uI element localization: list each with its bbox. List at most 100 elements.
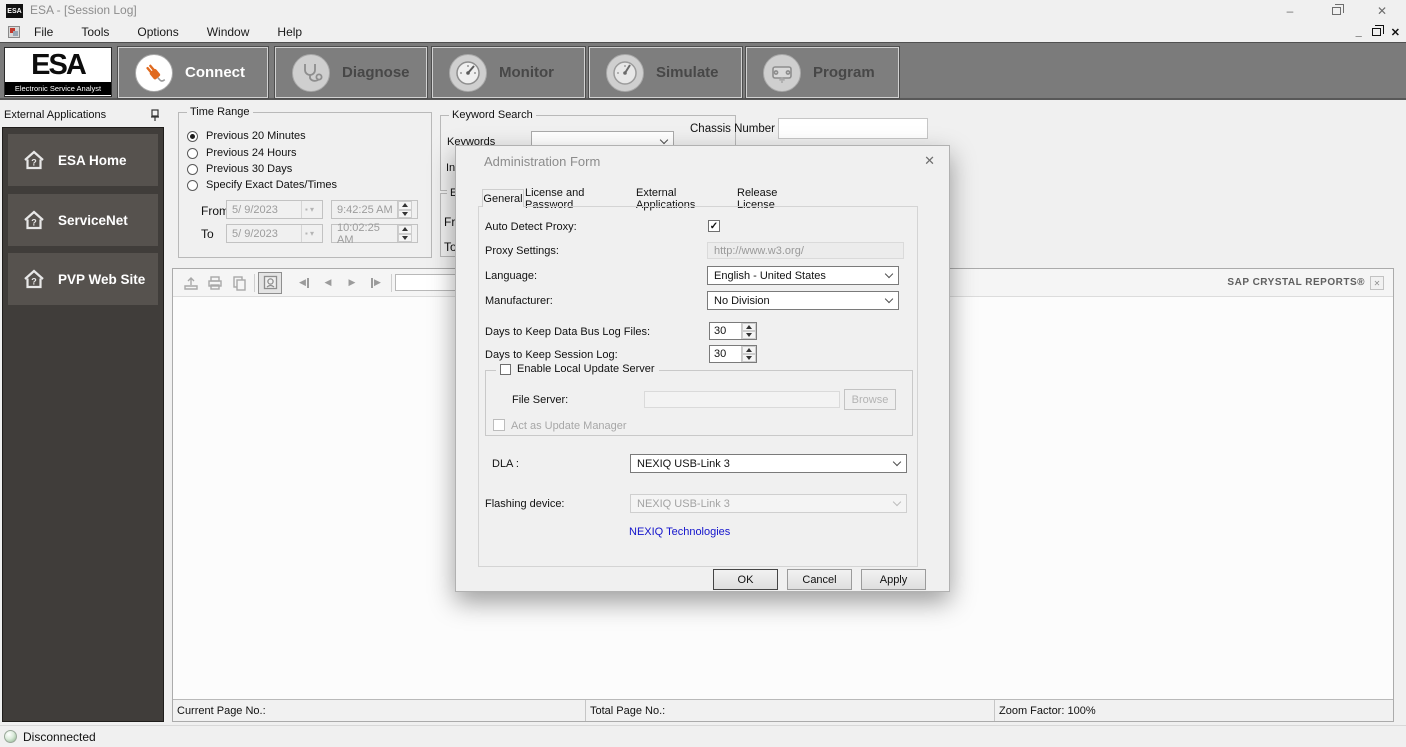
sidebar-item-label: PVP Web Site — [58, 272, 145, 287]
tab-license-and-password[interactable]: License and Password — [525, 191, 628, 207]
previous-page-icon[interactable]: ◀ — [316, 272, 340, 294]
from-label: From — [201, 204, 229, 218]
plug-icon — [135, 54, 173, 92]
simulate-label: Simulate — [656, 64, 719, 81]
connection-status-icon — [4, 730, 17, 743]
file-server-field[interactable] — [644, 391, 840, 408]
first-page-icon[interactable]: ◀ — [292, 272, 316, 294]
manufacturer-dropdown[interactable]: No Division — [707, 291, 899, 310]
report-status-bar: Current Page No.: Total Page No.: Zoom F… — [173, 699, 1393, 721]
simulate-button[interactable]: Simulate — [589, 47, 742, 98]
mdi-restore-icon[interactable] — [1372, 28, 1381, 36]
tab-external-applications[interactable]: External Applications — [636, 191, 728, 207]
print-icon[interactable] — [203, 272, 227, 294]
external-applications-panel: ? ESA Home ? ServiceNet ? PVP Web Site — [2, 127, 164, 722]
diagnose-button[interactable]: Diagnose — [275, 47, 427, 98]
from-time-spinner[interactable]: 9:42:25 AM — [331, 200, 418, 219]
minimize-icon[interactable]: – — [1274, 0, 1306, 22]
enable-local-update-label: Enable Local Update Server — [517, 363, 655, 375]
to-time-spinner[interactable]: 10:02:25 AM — [331, 224, 418, 243]
pin-icon[interactable] — [150, 109, 160, 122]
cancel-button[interactable]: Cancel — [787, 569, 852, 590]
enable-local-update-checkbox[interactable] — [500, 364, 511, 375]
connect-button[interactable]: Connect — [118, 47, 268, 98]
tab-general[interactable]: General — [482, 189, 524, 207]
radio-previous-30-days[interactable]: Previous 30 Days — [187, 163, 292, 175]
radio-previous-24-hours[interactable]: Previous 24 Hours — [187, 147, 297, 159]
sidebar-item-servicenet[interactable]: ? ServiceNet — [8, 194, 158, 246]
dialog-close-icon[interactable]: ✕ — [924, 153, 935, 169]
days-databus-spinner[interactable]: 30 — [709, 322, 757, 340]
tab-content: Auto Detect Proxy: ✓ Proxy Settings: htt… — [478, 206, 918, 567]
menu-bar: File Tools Options Window Help — [0, 22, 1406, 42]
from-date-picker[interactable]: 5/ 9/2023 ▪ ▾ — [226, 200, 323, 219]
dla-label: DLA : — [492, 458, 519, 470]
group-tree-toggle-icon[interactable] — [258, 272, 282, 294]
monitor-button[interactable]: Monitor — [432, 47, 585, 98]
mdi-minimize-icon[interactable]: _ — [1356, 26, 1362, 38]
spinner-icon[interactable] — [741, 323, 756, 339]
restore-icon[interactable] — [1320, 0, 1352, 22]
chevron-down-icon — [893, 458, 901, 466]
brand-close-icon[interactable]: ✕ — [1370, 276, 1384, 290]
connect-label: Connect — [185, 64, 245, 81]
sidebar-item-esa-home[interactable]: ? ESA Home — [8, 134, 158, 186]
spinner-icon[interactable] — [741, 346, 756, 362]
divider — [254, 274, 255, 292]
export-icon[interactable] — [179, 272, 203, 294]
administration-form-dialog: Administration Form ✕ General License an… — [455, 145, 950, 592]
last-page-icon[interactable]: ▶ — [364, 272, 388, 294]
chassis-number-label: Chassis Number — [690, 123, 775, 135]
menu-window[interactable]: Window — [193, 22, 264, 42]
chevron-down-icon — [660, 135, 668, 143]
nexiq-technologies-link[interactable]: NEXIQ Technologies — [629, 526, 730, 538]
calendar-dropdown-icon: ▪ ▾ — [301, 201, 317, 218]
current-page-status: Current Page No.: — [173, 700, 586, 721]
auto-detect-proxy-label: Auto Detect Proxy: — [485, 221, 577, 233]
spinner-icon[interactable] — [397, 201, 412, 218]
days-session-spinner[interactable]: 30 — [709, 345, 757, 363]
sidebar-item-label: ServiceNet — [58, 213, 128, 228]
menu-file[interactable]: File — [20, 22, 67, 42]
radio-specify-exact-dates[interactable]: Specify Exact Dates/Times — [187, 179, 337, 191]
chevron-down-icon — [885, 270, 893, 278]
sidebar-item-label: ESA Home — [58, 153, 127, 168]
close-icon[interactable]: ✕ — [1366, 0, 1398, 22]
browse-button: Browse — [844, 389, 896, 410]
chassis-number-input[interactable] — [778, 118, 928, 139]
esa-logo-text: ESA — [5, 48, 111, 82]
program-button[interactable]: Program — [746, 47, 899, 98]
esa-app-icon: ESA — [6, 4, 23, 18]
copy-icon[interactable] — [227, 272, 251, 294]
spinner-icon[interactable] — [397, 225, 412, 242]
crystal-reports-brand: SAP CRYSTAL REPORTS® — [1227, 277, 1365, 288]
radio-icon — [187, 164, 198, 175]
mdi-close-icon[interactable]: ✕ — [1391, 26, 1400, 39]
menu-options[interactable]: Options — [123, 22, 192, 42]
external-applications-header: External Applications — [0, 105, 166, 125]
apply-button[interactable]: Apply — [861, 569, 926, 590]
monitor-label: Monitor — [499, 64, 554, 81]
to-date-picker[interactable]: 5/ 9/2023 ▪ ▾ — [226, 224, 323, 243]
menu-help[interactable]: Help — [263, 22, 316, 42]
chevron-down-icon — [885, 295, 893, 303]
next-page-icon[interactable]: ▶ — [340, 272, 364, 294]
language-label: Language: — [485, 270, 537, 282]
menu-tools[interactable]: Tools — [67, 22, 123, 42]
dla-dropdown[interactable]: NEXIQ USB-Link 3 — [630, 454, 907, 473]
sidebar-item-pvp-web-site[interactable]: ? PVP Web Site — [8, 253, 158, 305]
radio-icon — [187, 180, 198, 191]
flashing-device-label: Flashing device: — [485, 498, 565, 510]
esa-logo: ESA Electronic Service Analyst — [4, 47, 112, 97]
home-icon: ? — [22, 149, 46, 171]
manufacturer-label: Manufacturer: — [485, 295, 553, 307]
act-as-update-manager-label: Act as Update Manager — [511, 420, 627, 432]
language-dropdown[interactable]: English - United States — [707, 266, 899, 285]
act-as-update-manager-checkbox — [493, 419, 505, 431]
svg-text:?: ? — [31, 218, 37, 228]
radio-previous-20-minutes[interactable]: Previous 20 Minutes — [187, 130, 306, 142]
module-icon — [763, 54, 801, 92]
tab-release-license[interactable]: Release License — [737, 191, 813, 207]
ok-button[interactable]: OK — [713, 569, 778, 590]
auto-detect-proxy-checkbox[interactable]: ✓ — [708, 220, 720, 232]
